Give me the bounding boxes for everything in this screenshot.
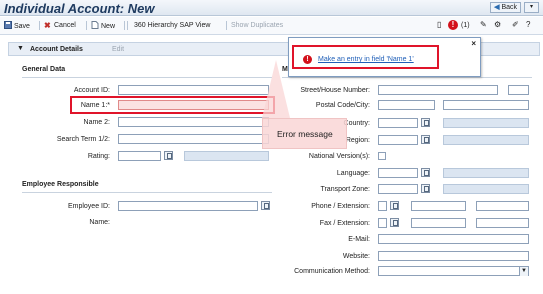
save-icon [4,21,12,29]
website-label: Website: [342,253,370,260]
chevron-down-icon[interactable]: ▼ [519,267,528,276]
language-description-field [443,168,529,178]
communication-method-dropdown[interactable]: ▼ [378,266,529,276]
save-button[interactable]: Save [4,21,30,31]
title-bar: Individual Account: New ◀ Back ▾ [0,0,543,16]
street-field[interactable] [378,85,498,95]
cancel-button[interactable]: ✖ Cancel [44,21,76,30]
divider [22,192,272,193]
window-menu-button[interactable]: ▾ [524,2,539,13]
show-duplicates-button[interactable]: Show Duplicates [231,21,283,30]
back-label: Back [501,4,517,11]
communication-method-label: Communication Method: [294,268,370,275]
toolbar-divider [86,21,87,30]
cancel-label: Cancel [54,22,76,29]
country-field[interactable] [378,118,418,128]
employee-name-label: Name: [89,219,110,226]
page-title: Individual Account: New [4,1,155,16]
employee-id-label: Employee ID: [67,203,110,210]
fax-extension-field[interactable] [476,218,529,228]
toolbar-divider [124,21,125,30]
search-term-label: Search Term 1/2: [56,136,110,143]
rating-value-help-icon[interactable] [164,151,173,160]
save-label: Save [14,23,30,30]
phone-value-help-icon[interactable] [390,201,399,210]
email-field[interactable] [378,234,529,244]
language-field[interactable] [378,168,418,178]
website-field[interactable] [378,251,529,261]
print-icon[interactable]: ▯ [437,20,441,29]
error-message-callout: Error message [262,118,347,149]
language-value-help-icon[interactable] [421,168,430,177]
highlight-box [70,96,275,114]
close-icon[interactable]: × [471,39,476,48]
hierarchy-button[interactable]: 360 Hierarchy SAP View [134,21,210,30]
divider [282,77,532,78]
account-id-label: Account ID: [73,87,110,94]
new-label: New [101,23,116,30]
toolbar-divider [127,21,128,30]
national-version-label: National Version(s): [308,153,370,160]
chevron-down-icon: ▾ [529,4,533,10]
edit-button[interactable]: Edit [112,46,124,53]
region-field[interactable] [378,135,418,145]
help-icon[interactable]: ? [526,20,530,29]
employee-responsible-title: Employee Responsible [22,181,99,188]
toolbar-divider [39,21,40,30]
error-icon[interactable]: ! [448,20,458,30]
email-label: E-Mail: [348,236,370,243]
toolbar-divider [226,21,227,30]
new-document-icon [91,21,99,29]
back-arrow-icon: ◀ [494,4,500,11]
callout-text: Error message [277,129,333,139]
city-field[interactable] [443,100,529,110]
national-version-checkbox[interactable] [378,152,386,160]
country-description-field [443,118,529,128]
transport-zone-label: Transport Zone: [320,186,370,193]
region-value-help-icon[interactable] [421,135,430,144]
message-count[interactable]: (1) [461,21,470,30]
highlight-box [292,45,439,69]
house-number-field[interactable] [508,85,529,95]
rating-label: Rating: [87,153,110,160]
fax-label: Fax / Extension: [319,220,370,227]
postal-code-field[interactable] [378,100,435,110]
employee-value-help-icon[interactable] [261,201,270,210]
search-term-field[interactable] [118,134,269,144]
personalize-icon[interactable]: ✎ [480,20,487,29]
tools-icon[interactable]: ⚙ [494,20,501,29]
new-button[interactable]: New [91,21,115,31]
name2-field[interactable] [118,117,269,127]
rating-field[interactable] [118,151,161,161]
section-title: Account Details [30,46,83,53]
general-data-title: General Data [22,66,66,73]
phone-extension-field[interactable] [476,201,529,211]
back-button[interactable]: ◀ Back [490,2,521,13]
phone-label: Phone / Extension: [311,203,370,210]
edit-pencil-icon[interactable]: ✐ [512,20,519,29]
transport-value-help-icon[interactable] [421,184,430,193]
transport-zone-field[interactable] [378,184,418,194]
name2-label: Name 2: [83,119,110,126]
account-id-field[interactable] [118,85,269,95]
cancel-icon: ✖ [44,21,51,30]
fax-field[interactable] [411,218,466,228]
employee-id-field[interactable] [118,201,258,211]
divider [22,77,272,78]
phone-country-field[interactable] [378,201,387,211]
callout-pointer [262,60,290,118]
collapse-triangle-icon[interactable]: ▼ [17,45,24,52]
fax-value-help-icon[interactable] [390,218,399,227]
rating-description-field [184,151,269,161]
toolbar: Save ✖ Cancel New 360 Hierarchy SAP View … [0,17,543,35]
region-description-field [443,135,529,145]
fax-country-field[interactable] [378,218,387,228]
transport-description-field [443,184,529,194]
phone-field[interactable] [411,201,466,211]
language-label: Language: [336,170,370,177]
country-value-help-icon[interactable] [421,118,430,127]
